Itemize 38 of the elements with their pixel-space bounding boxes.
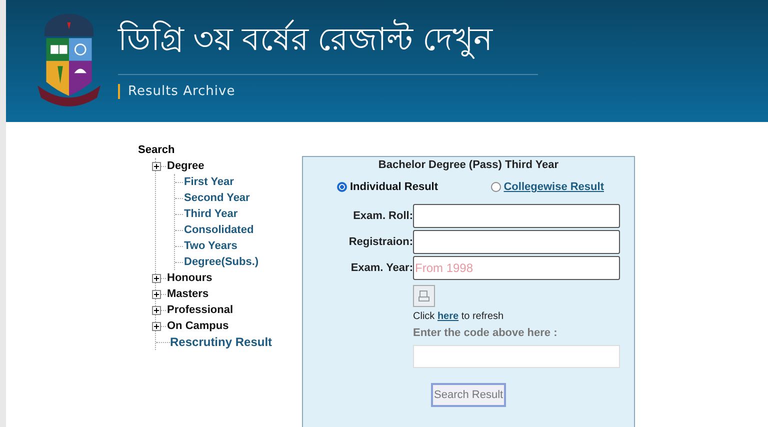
- form-title: Bachelor Degree (Pass) Third Year: [377, 159, 560, 171]
- tree-item[interactable]: Masters: [167, 288, 209, 300]
- radio-link[interactable]: Collegewise Result: [504, 181, 604, 193]
- tree-item[interactable]: Professional: [167, 304, 234, 316]
- expand-icon[interactable]: [152, 322, 161, 330]
- tree-item[interactable]: On Campus: [167, 320, 229, 332]
- tree-item[interactable]: Degree: [167, 160, 204, 172]
- accent-bar: [118, 84, 120, 99]
- refresh-text: Click here to refresh: [413, 311, 504, 322]
- expand-icon[interactable]: [152, 306, 161, 314]
- code-label: Enter the code above here :: [413, 327, 558, 339]
- input-field[interactable]: [413, 230, 620, 254]
- radio-label: Individual Result: [350, 181, 438, 193]
- tree-link[interactable]: Third Year: [184, 208, 238, 220]
- tree-link[interactable]: Consolidated: [184, 224, 254, 236]
- page-title: ডিগ্রি ৩য় বর্ষের রেজাল্ট দেখুন: [118, 14, 538, 75]
- code-input-field[interactable]: [413, 345, 620, 368]
- tree-link[interactable]: Rescrutiny Result: [170, 335, 272, 349]
- field-label: Exam. Year:: [350, 262, 413, 274]
- expand-icon[interactable]: [152, 162, 161, 170]
- field-label: Exam. Roll:: [352, 210, 413, 222]
- input-field[interactable]: From 1998: [413, 256, 620, 280]
- subtitle: Results Archive: [128, 84, 236, 99]
- search-result-button[interactable]: Search Result: [431, 383, 506, 407]
- tree-item[interactable]: Honours: [167, 272, 212, 284]
- tree-link[interactable]: Degree(Subs.): [184, 256, 259, 268]
- tree-link[interactable]: Two Years: [184, 240, 238, 252]
- radio-button[interactable]: [490, 182, 501, 192]
- tree-link[interactable]: Second Year: [184, 192, 250, 204]
- expand-icon[interactable]: [152, 290, 161, 298]
- tree-link[interactable]: First Year: [184, 176, 234, 188]
- expand-icon[interactable]: [152, 274, 161, 282]
- tree-title: Search: [138, 144, 176, 156]
- radio-button[interactable]: [337, 182, 347, 192]
- field-label: Registraion:: [348, 236, 413, 248]
- refresh-link[interactable]: here: [437, 311, 459, 322]
- input-field[interactable]: [413, 204, 620, 228]
- captcha-image-icon: [413, 285, 435, 307]
